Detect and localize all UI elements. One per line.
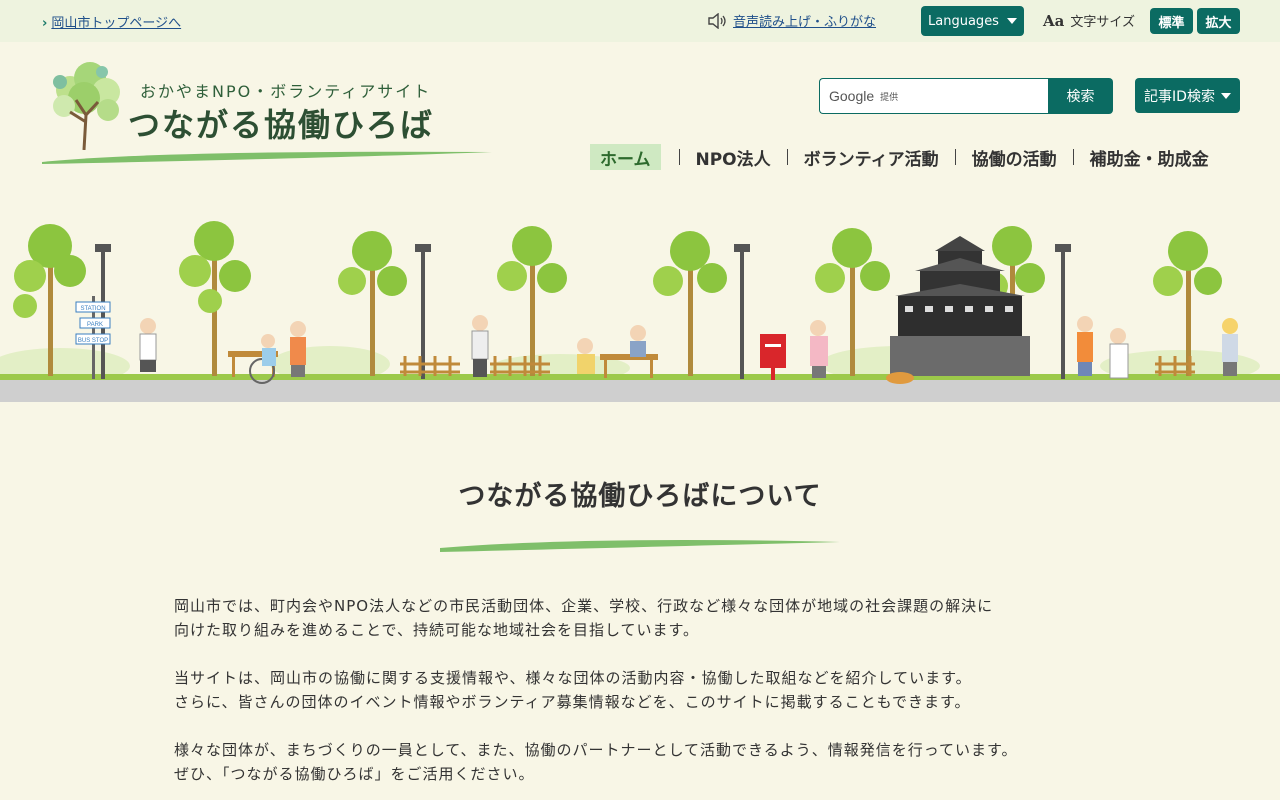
city-top-link[interactable]: › 岡山市トップページへ — [42, 12, 181, 31]
paragraph-line: 岡山市では、町内会やNPO法人などの市民活動団体、企業、学校、行政など様々な団体… — [174, 597, 994, 615]
global-nav: ホーム NPO法人 ボランティア活動 協働の活動 補助金・助成金 — [590, 144, 1219, 170]
nav-divider — [786, 149, 788, 165]
logo-brush-stroke — [42, 151, 492, 164]
title-brush-stroke — [440, 540, 840, 552]
paragraph-line: 当サイトは、岡山市の協働に関する支援情報や、様々な団体の活動内容・協働した取組な… — [174, 669, 972, 687]
about-section-title: つながる協働ひろばについて — [458, 481, 822, 512]
font-size-label: 文字サイズ — [1070, 15, 1135, 30]
font-size-standard-button[interactable]: 標準 — [1150, 8, 1193, 34]
nav-item-home[interactable]: ホーム — [590, 144, 661, 170]
caret-down-icon — [1220, 92, 1231, 99]
sign-park: PARK — [87, 322, 103, 328]
about-paragraph-3: 様々な団体が、まちづくりの一員として、また、協働のパートナーとして活動できるよう… — [174, 738, 1018, 786]
search-button[interactable]: 検索 — [1048, 78, 1113, 114]
paragraph-line: さらに、皆さんの団体のイベント情報やボランティア募集情報などを、このサイトに掲載… — [174, 693, 971, 711]
article-id-label: 記事ID検索 — [1144, 88, 1215, 105]
city-top-link-label: 岡山市トップページへ — [51, 16, 182, 31]
google-suffix: 提供 — [880, 92, 899, 103]
site-subtitle: おかやまNPO・ボランティアサイト — [140, 82, 432, 101]
languages-dropdown[interactable]: Languages — [921, 6, 1024, 36]
site-logo-title[interactable]: つながる協働ひろば — [128, 100, 434, 146]
nav-divider — [1072, 149, 1074, 165]
speech-link-label: 音声読み上げ・ふりがな — [733, 15, 877, 30]
speaker-icon — [708, 12, 726, 30]
about-paragraph-1: 岡山市では、町内会やNPO法人などの市民活動団体、企業、学校、行政など様々な団体… — [174, 594, 993, 642]
nav-divider — [678, 149, 680, 165]
tree-logo-icon — [53, 62, 120, 150]
google-label: Google — [829, 88, 875, 104]
caret-down-icon — [1006, 18, 1017, 24]
sign-station: STATION — [80, 306, 105, 312]
search-input[interactable]: Google 提供 — [819, 78, 1049, 114]
paragraph-line: ぜひ、「つながる協働ひろば」をご活用ください。 — [174, 765, 535, 783]
nav-item-collaboration[interactable]: 協働の活動 — [962, 144, 1067, 170]
paragraph-line: 向けた取り組みを進めることで、持続可能な地域社会を目指しています。 — [174, 621, 700, 639]
sign-bus-stop: BUS STOP — [78, 338, 108, 344]
font-size-control: Aa 文字サイズ — [1043, 11, 1135, 31]
speech-furigana-link[interactable]: 音声読み上げ・ふりがな — [707, 11, 876, 30]
font-size-large-button[interactable]: 拡大 — [1197, 8, 1240, 34]
chevron-right-icon: › — [42, 16, 48, 31]
about-paragraph-2: 当サイトは、岡山市の協働に関する支援情報や、様々な団体の活動内容・協働した取組な… — [174, 666, 972, 714]
paragraph-line: 様々な団体が、まちづくりの一員として、また、協働のパートナーとして活動できるよう… — [174, 741, 1018, 759]
hero-town-illustration: STATION PARK BUS STOP — [0, 221, 1280, 402]
article-id-search-button[interactable]: 記事ID検索 — [1135, 78, 1240, 113]
languages-label: Languages — [928, 13, 999, 29]
font-size-icon: Aa — [1043, 11, 1065, 30]
nav-divider — [954, 149, 956, 165]
nav-item-subsidy[interactable]: 補助金・助成金 — [1080, 144, 1219, 170]
nav-item-volunteer[interactable]: ボランティア活動 — [794, 144, 949, 170]
nav-item-npo[interactable]: NPO法人 — [686, 144, 781, 170]
trees — [13, 221, 1222, 376]
postbox — [760, 334, 786, 380]
